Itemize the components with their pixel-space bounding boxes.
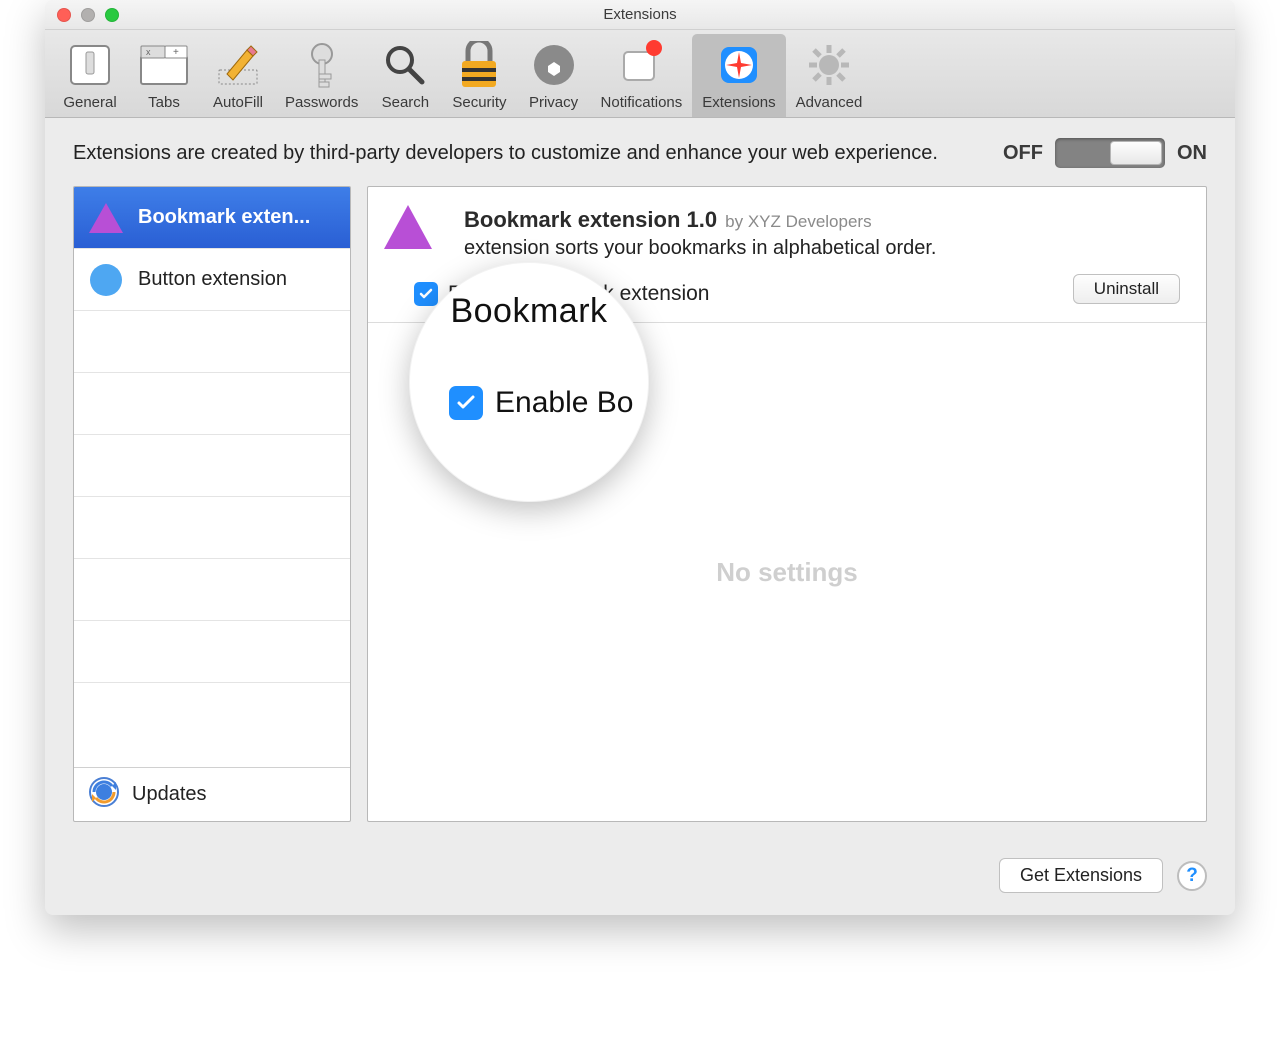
magnified-title-fragment: Bookmark <box>450 292 607 331</box>
list-item <box>74 373 350 435</box>
tab-label: Tabs <box>148 94 180 111</box>
tab-label: Advanced <box>796 94 863 111</box>
tab-label: Security <box>452 94 506 111</box>
sidebar-item-button[interactable]: Button extension <box>74 249 350 311</box>
list-item <box>74 311 350 373</box>
extensions-list: Bookmark exten... Button extension <box>74 187 350 767</box>
toggle-off-label: OFF <box>1003 142 1043 165</box>
tab-privacy[interactable]: Privacy <box>517 34 591 117</box>
list-item <box>74 559 350 621</box>
bottom-bar: Get Extensions ? <box>45 842 1235 915</box>
autofill-icon <box>211 38 265 92</box>
main-row: Bookmark exten... Button extension <box>73 186 1207 822</box>
master-toggle[interactable] <box>1055 138 1165 168</box>
enable-checkbox[interactable] <box>414 282 438 306</box>
tab-autofill[interactable]: AutoFill <box>201 34 275 117</box>
help-button[interactable]: ? <box>1177 861 1207 891</box>
search-icon <box>378 38 432 92</box>
triangle-icon <box>88 200 124 236</box>
list-item <box>74 621 350 683</box>
sidebar-item-bookmark[interactable]: Bookmark exten... <box>74 187 350 249</box>
tab-general[interactable]: General <box>53 34 127 117</box>
advanced-icon <box>802 38 856 92</box>
general-icon <box>63 38 117 92</box>
svg-text:x: x <box>146 47 151 57</box>
circle-icon <box>88 262 124 298</box>
get-extensions-button[interactable]: Get Extensions <box>999 858 1163 893</box>
list-item <box>74 435 350 497</box>
uninstall-button[interactable]: Uninstall <box>1073 274 1180 304</box>
extension-title: Bookmark extension 1.0 <box>464 207 717 233</box>
window-title: Extensions <box>45 6 1235 23</box>
titlebar: Extensions <box>45 0 1235 30</box>
no-settings-text: No settings <box>716 557 858 588</box>
security-icon <box>452 38 506 92</box>
svg-text:+: + <box>173 47 179 58</box>
content-area: Extensions are created by third-party de… <box>45 118 1235 842</box>
tab-security[interactable]: Security <box>442 34 516 117</box>
intro-row: Extensions are created by third-party de… <box>73 138 1207 168</box>
notifications-icon <box>614 38 668 92</box>
list-item <box>74 683 350 745</box>
extension-by: by XYZ Developers <box>725 212 871 232</box>
updates-icon <box>88 776 120 814</box>
magnified-checkbox-icon <box>449 386 483 420</box>
magnified-label-fragment: Enable Bo <box>495 386 633 420</box>
intro-text: Extensions are created by third-party de… <box>73 140 963 167</box>
extension-thumbnail-icon <box>384 205 432 253</box>
tab-advanced[interactable]: Advanced <box>786 34 873 117</box>
magnified-enable-row: Enable Bo <box>449 386 633 420</box>
passwords-icon <box>295 38 349 92</box>
tab-label: Search <box>382 94 430 111</box>
toggle-knob <box>1110 141 1162 165</box>
tab-label: Passwords <box>285 94 358 111</box>
tab-label: General <box>63 94 116 111</box>
sidebar-updates[interactable]: Updates <box>74 767 350 821</box>
tab-label: Privacy <box>529 94 578 111</box>
tab-notifications[interactable]: Notifications <box>591 34 693 117</box>
sidebar-item-label: Button extension <box>138 268 287 291</box>
tab-label: AutoFill <box>213 94 263 111</box>
tab-label: Extensions <box>702 94 775 111</box>
tab-extensions[interactable]: Extensions <box>692 34 785 117</box>
extensions-icon <box>712 38 766 92</box>
extensions-sidebar: Bookmark exten... Button extension <box>73 186 351 822</box>
preferences-window: Extensions General x+ Tabs AutoFill Pass… <box>45 0 1235 915</box>
master-toggle-group: OFF ON <box>1003 138 1207 168</box>
updates-label: Updates <box>132 783 207 806</box>
privacy-icon <box>527 38 581 92</box>
sidebar-item-label: Bookmark exten... <box>138 206 310 229</box>
magnifier-overlay: Bookmark Enable Bo <box>409 262 649 502</box>
toggle-on-label: ON <box>1177 142 1207 165</box>
tab-search[interactable]: Search <box>368 34 442 117</box>
tab-label: Notifications <box>601 94 683 111</box>
extension-description: extension sorts your bookmarks in alphab… <box>464 237 1180 260</box>
preferences-toolbar: General x+ Tabs AutoFill Passwords Searc… <box>45 30 1235 118</box>
extension-title-row: Bookmark extension 1.0 by XYZ Developers <box>464 207 1180 233</box>
list-item <box>74 497 350 559</box>
tab-passwords[interactable]: Passwords <box>275 34 368 117</box>
tabs-icon: x+ <box>137 38 191 92</box>
tab-tabs[interactable]: x+ Tabs <box>127 34 201 117</box>
